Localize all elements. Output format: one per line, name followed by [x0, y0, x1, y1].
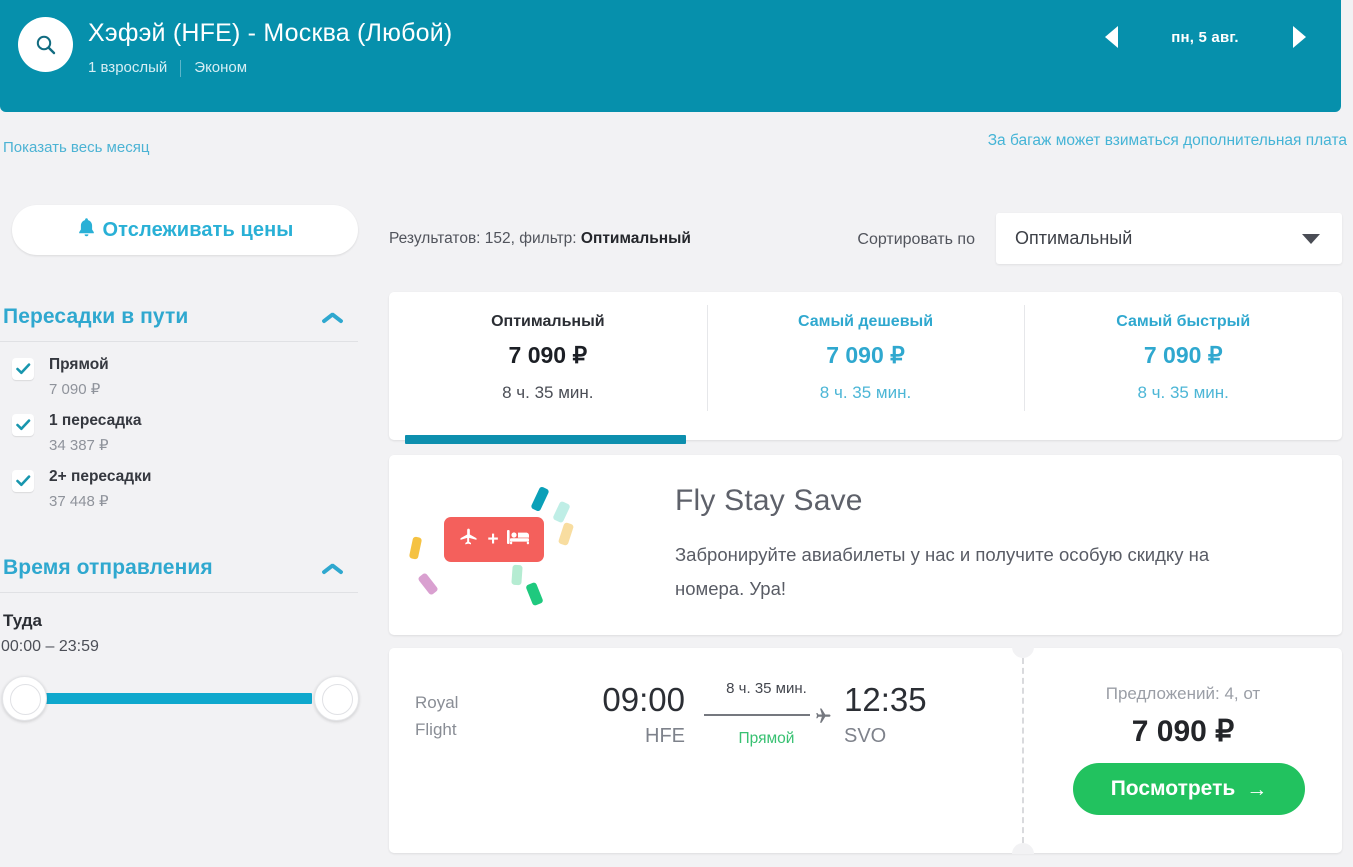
- confetti-piece: [511, 564, 523, 586]
- tab-duration: 8 ч. 35 мин.: [502, 383, 594, 402]
- route-title: Хэфэй (HFE) - Москва (Любой): [88, 19, 453, 47]
- date-navigation: пн, 5 авг.: [1087, 20, 1323, 54]
- tab-label: Оптимальный: [491, 313, 605, 330]
- bed-icon: [506, 527, 530, 552]
- slider-handle-min[interactable]: [2, 676, 47, 721]
- airplane-icon: [458, 527, 480, 552]
- promo-description: Забронируйте авиабилеты у нас и получите…: [675, 544, 1210, 599]
- stops-option-label: 1 пересадка: [49, 412, 142, 429]
- stops-filter-header[interactable]: Пересадки в пути: [0, 295, 366, 339]
- tab-duration: 8 ч. 35 мин.: [1137, 383, 1229, 402]
- results-filter-name: Оптимальный: [580, 230, 691, 247]
- results-count-text: Результатов: 152, фильтр:: [389, 230, 577, 247]
- triangle-left-icon: [1104, 26, 1118, 48]
- show-whole-month-link[interactable]: Показать весь месяц: [3, 138, 149, 158]
- tab-fastest[interactable]: Самый быстрый 7 090 ₽ 8 ч. 35 мин.: [1024, 292, 1342, 440]
- arrow-right-icon: →: [1246, 777, 1268, 801]
- chevron-down-icon: [1302, 234, 1320, 244]
- stops-option-texts: Прямой 7 090 ₽: [49, 356, 109, 398]
- price-summary-tabs: Оптимальный 7 090 ₽ 8 ч. 35 мин. Самый д…: [389, 292, 1342, 444]
- ticket-notch-bottom: [1012, 843, 1034, 854]
- confetti-piece: [530, 486, 550, 512]
- route-subtitle: 1 взрослый Эконом: [88, 59, 452, 77]
- checkbox-checked[interactable]: [12, 358, 34, 380]
- view-offer-button[interactable]: Посмотреть →: [1073, 763, 1305, 815]
- confetti-piece: [417, 572, 439, 596]
- divider: [180, 59, 182, 77]
- route-summary[interactable]: Хэфэй (HFE) - Москва (Любой) 1 взрослый …: [88, 16, 452, 77]
- next-day-button[interactable]: [1275, 20, 1323, 54]
- confetti-piece: [557, 521, 575, 547]
- departure-time-filter-header[interactable]: Время отправления: [0, 546, 366, 590]
- flight-hotel-badge: +: [444, 517, 544, 562]
- triangle-right-icon: [1292, 26, 1306, 48]
- results-summary: Результатов: 152, фильтр: Оптимальный: [389, 229, 691, 249]
- tab-label: Самый быстрый: [1116, 313, 1251, 330]
- search-header: Хэфэй (HFE) - Москва (Любой) 1 взрослый …: [0, 0, 1341, 112]
- confetti-piece: [408, 536, 423, 560]
- tab-label: Самый дешевый: [797, 313, 934, 330]
- badge-plus-sign: +: [487, 529, 499, 550]
- tab-price: 7 090 ₽: [826, 342, 905, 368]
- prev-day-button[interactable]: [1087, 20, 1135, 54]
- departure-time-range-value: 00:00 – 23:59: [1, 638, 99, 655]
- tab-cheapest[interactable]: Самый дешевый 7 090 ₽ 8 ч. 35 мин.: [706, 292, 1025, 440]
- stops-option-price: 7 090 ₽: [49, 381, 101, 398]
- view-offer-label: Посмотреть: [1110, 777, 1236, 800]
- stops-option-price: 37 448 ₽: [49, 493, 109, 510]
- stops-option-texts: 1 пересадка 34 387 ₽: [49, 412, 141, 454]
- bell-icon: [77, 217, 96, 243]
- sort-by-label: Сортировать по: [857, 231, 975, 248]
- track-prices-label: Отслеживать цены: [102, 218, 294, 241]
- tab-optimal[interactable]: Оптимальный 7 090 ₽ 8 ч. 35 мин.: [389, 292, 707, 444]
- stops-option-label: 2+ пересадки: [49, 468, 152, 485]
- filters-sidebar: Пересадки в пути Прямой 7 090 ₽ 1 переса…: [0, 295, 366, 722]
- checkbox-checked[interactable]: [12, 470, 34, 492]
- promo-banner[interactable]: + Fly Stay Save Забронируйте авиабилеты …: [389, 455, 1342, 635]
- track-prices-button[interactable]: Отслеживать цены: [12, 205, 358, 255]
- slider-handle-max[interactable]: [314, 676, 359, 721]
- chevron-up-icon[interactable]: [322, 311, 344, 324]
- stops-option-price: 34 387 ₽: [49, 437, 109, 454]
- stops-filter-title: Пересадки в пути: [3, 305, 189, 328]
- confetti-piece: [552, 500, 571, 524]
- tab-price: 7 090 ₽: [1143, 342, 1223, 368]
- sort-dropdown[interactable]: Оптимальный: [996, 213, 1342, 264]
- ticket-perforation-divider: [1022, 648, 1024, 853]
- stops-option-texts: 2+ пересадки 37 448 ₽: [49, 468, 151, 510]
- active-tab-indicator: [405, 435, 686, 444]
- tab-price: 7 090 ₽: [508, 342, 588, 368]
- flight-result-card[interactable]: Royal Flight 09:00 HFE 8 ч. 35 мин. Прям…: [389, 647, 1342, 854]
- stops-option-two-plus[interactable]: 2+ пересадки 37 448 ₽: [0, 454, 366, 510]
- stops-option-label: Прямой: [49, 356, 109, 373]
- tab-duration: 8 ч. 35 мин.: [819, 383, 912, 402]
- promo-title: Fly Stay Save: [675, 484, 863, 517]
- search-button[interactable]: [18, 17, 73, 72]
- promo-illustration: +: [389, 455, 669, 635]
- ticket-notch-top: [1012, 647, 1034, 658]
- search-icon: [34, 33, 58, 57]
- current-date-label: пн, 5 авг.: [1171, 28, 1239, 46]
- chevron-up-icon[interactable]: [322, 562, 344, 575]
- checkbox-checked[interactable]: [12, 414, 34, 436]
- stops-option-direct[interactable]: Прямой 7 090 ₽: [0, 342, 366, 398]
- departure-time-slider[interactable]: [0, 676, 360, 722]
- slider-track: [44, 693, 312, 704]
- offers-count-label: Предложений: 4, от: [1105, 684, 1261, 703]
- flight-price: 7 090 ₽: [1131, 715, 1235, 748]
- confetti-piece: [525, 581, 544, 607]
- outbound-direction-label: Туда: [3, 611, 43, 630]
- cabin-class: Эконом: [194, 59, 248, 76]
- baggage-fee-note[interactable]: За багаж может взиматься дополнительная …: [988, 131, 1347, 151]
- sort-selected-value: Оптимальный: [1015, 228, 1133, 248]
- stops-option-one-stop[interactable]: 1 пересадка 34 387 ₽: [0, 398, 366, 454]
- promo-text-block: Fly Stay Save Забронируйте авиабилеты у …: [669, 484, 1275, 606]
- passenger-count: 1 взрослый: [88, 59, 168, 76]
- departure-time-filter-title: Время отправления: [3, 556, 213, 579]
